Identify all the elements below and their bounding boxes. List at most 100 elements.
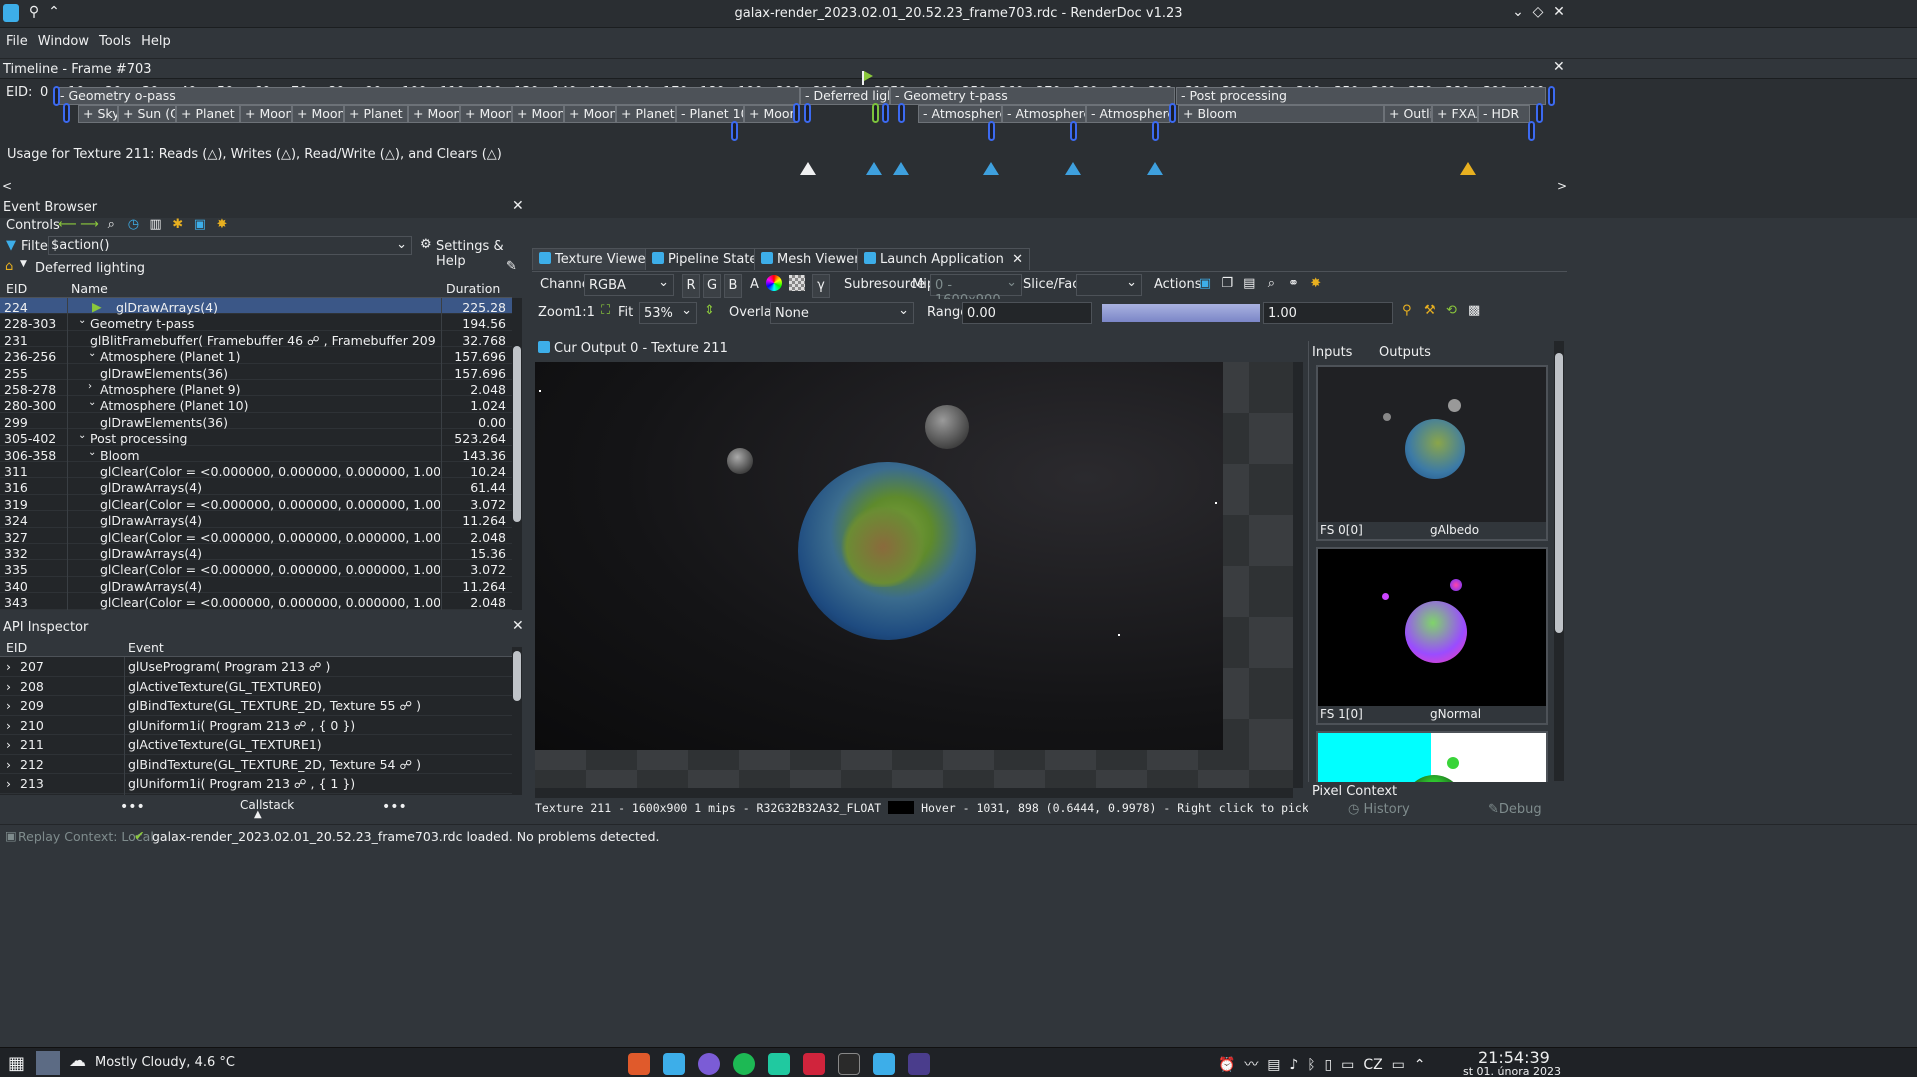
goto-location-icon[interactable]: ⌕ (1262, 275, 1280, 293)
usage-write-icon[interactable] (1147, 162, 1163, 175)
battery-icon[interactable]: ▯ (1325, 1057, 1333, 1073)
api-row[interactable]: › 213 glUniform1i( Program 213 ☍ , { 1 }) (0, 774, 512, 794)
event-row[interactable]: 228-303 ⌄ Geometry t-pass 194.56 (0, 314, 512, 331)
expand-icon[interactable]: ⌄ (78, 430, 86, 441)
timeline-event-marker[interactable] (63, 103, 70, 123)
expand-icon[interactable]: › (6, 737, 11, 752)
filter-input[interactable]: $action() (48, 236, 412, 255)
timeline-marker-planet1[interactable]: + Planet 1 (176, 105, 240, 123)
overlay-select[interactable]: None (770, 302, 914, 324)
breadcrumb-dropdown-icon[interactable]: ▼ (20, 259, 27, 269)
event-row[interactable]: 231 glBlitFramebuffer( Framebuffer 46 ☍ ,… (0, 331, 512, 348)
save-texture-icon[interactable]: ▣ (1196, 275, 1214, 293)
close-window-button[interactable]: ✕ (1549, 4, 1569, 24)
timeline-marker-bloom[interactable]: + Bloom (1178, 105, 1384, 123)
texture-canvas[interactable] (535, 362, 1293, 788)
col-name[interactable]: Name (71, 281, 108, 296)
copy-icon[interactable]: ❐ (1218, 275, 1236, 293)
event-row[interactable]: 316 glDrawArrays(4) 61.44 (0, 478, 512, 495)
api-row[interactable]: › 211 glActiveTexture(GL_TEXTURE1) (0, 735, 512, 755)
export-icon[interactable]: ▣ (191, 216, 209, 234)
api-scrollbar[interactable] (512, 647, 522, 795)
timeline-event-marker[interactable] (1528, 121, 1535, 141)
gear-icon[interactable]: ⚙ (420, 237, 432, 252)
timeline-marker-moon6[interactable]: + Moon 6 (460, 105, 512, 123)
prev-action-icon[interactable]: ⟵ (58, 216, 77, 234)
expand-icon[interactable]: ⌄ (88, 447, 96, 458)
timeline-marker-moon8[interactable]: + Moon 8 (564, 105, 616, 123)
desktop-pager-icon[interactable] (36, 1051, 60, 1075)
menu-help[interactable]: Help (135, 28, 175, 49)
event-row[interactable]: 299 glDrawElements(36) 0.00 (0, 413, 512, 430)
event-row[interactable]: 311 glClear(Color = <0.000000, 0.000000, … (0, 462, 512, 479)
start-menu-icon[interactable]: ▦ (8, 1053, 25, 1074)
timeline-event-marker[interactable] (1152, 121, 1159, 141)
timeline-marker-geometry-opass[interactable]: - Geometry o-pass (55, 87, 800, 105)
debug-button[interactable]: ✎Debug (1488, 802, 1542, 817)
volume-icon[interactable]: ♪ (1289, 1057, 1298, 1073)
clion-icon[interactable] (768, 1053, 790, 1075)
bookmarks-icon[interactable]: ▥ (147, 216, 165, 234)
expand-icon[interactable]: › (6, 757, 11, 772)
menu-window[interactable]: Window (32, 28, 93, 49)
event-row[interactable]: 335 glClear(Color = <0.000000, 0.000000, … (0, 560, 512, 577)
usage-write-icon[interactable] (983, 162, 999, 175)
timeline-event-marker[interactable] (804, 103, 811, 123)
usage-write-icon[interactable] (866, 162, 882, 175)
timeline-marker-geometry-tpass[interactable]: - Geometry t-pass (890, 87, 1175, 105)
zoom-1to1-button[interactable]: 1:1 (574, 305, 595, 320)
clipboard-icon[interactable]: ▤ (1267, 1057, 1280, 1073)
timeline-marker-moon5[interactable]: + Moon 5 (408, 105, 460, 123)
timeline-marker-planet9[interactable]: + Planet 9 (616, 105, 676, 123)
api-col-eid[interactable]: EID (6, 640, 27, 655)
event-row[interactable]: 258-278 › Atmosphere (Planet 9) 2.048 (0, 380, 512, 397)
usage-clear-icon[interactable] (800, 162, 816, 175)
next-action-icon[interactable]: ⟶ (80, 216, 99, 234)
api-row[interactable]: › 209 glBindTexture(GL_TEXTURE_2D, Texture… (0, 696, 512, 716)
timeline-marker-outline[interactable]: + Outline (1384, 105, 1432, 123)
api-row[interactable]: › 207 glUseProgram( Program 213 ☍ ) (0, 657, 512, 677)
clock-date[interactable]: st 01. února 2023 (1463, 1065, 1561, 1077)
red-channel-toggle[interactable]: R (682, 274, 700, 298)
expand-icon[interactable]: ⌄ (88, 397, 96, 408)
usage-write-icon[interactable] (1065, 162, 1081, 175)
timeline-close-icon[interactable]: ✕ (1553, 59, 1565, 75)
maximize-button[interactable]: ◇ (1528, 4, 1548, 24)
timeline-event-marker[interactable] (1548, 86, 1555, 106)
expand-icon[interactable]: › (6, 776, 11, 791)
callstack-expand-icon[interactable]: ▲ (254, 809, 262, 820)
api-inspector-close-icon[interactable]: ✕ (512, 618, 524, 634)
settings-icon[interactable]: ✸ (213, 216, 231, 234)
blue-channel-toggle[interactable]: B (724, 274, 742, 298)
expand-icon[interactable]: › (6, 659, 11, 674)
storage-icon[interactable]: ▭ (1341, 1057, 1354, 1073)
link-icon[interactable]: ⚭ (1285, 275, 1303, 293)
api-row[interactable]: › 212 glBindTexture(GL_TEXTURE_2D, Texture… (0, 755, 512, 774)
timeline-marker-moon2[interactable]: + Moon 2 (240, 105, 292, 123)
timeline-marker-sun[interactable]: + Sun (Q... (118, 105, 176, 123)
rider-icon[interactable] (803, 1053, 825, 1075)
scroll-left-icon[interactable]: < (2, 179, 12, 193)
files-icon[interactable] (663, 1053, 685, 1075)
messenger-icon[interactable] (698, 1053, 720, 1075)
expand-icon[interactable]: › (88, 381, 92, 392)
timeline-event-marker[interactable] (988, 121, 995, 141)
canvas-hscroll[interactable] (535, 788, 1293, 798)
color-picker-icon[interactable] (766, 275, 782, 291)
callstack-label[interactable]: Callstack (240, 798, 294, 812)
event-browser-close-icon[interactable]: ✕ (512, 198, 524, 214)
timeline-event-marker[interactable] (1169, 103, 1176, 123)
event-row[interactable]: 255 glDrawElements(36) 157.696 (0, 364, 512, 381)
event-row[interactable]: 319 glClear(Color = <0.000000, 0.000000, … (0, 495, 512, 512)
menu-file[interactable]: File (0, 28, 32, 49)
notifications-icon[interactable]: ⏰ (1218, 1057, 1235, 1073)
close-icon[interactable]: ✕ (1012, 252, 1023, 267)
thumbnail-albedo[interactable]: FS 0[0] gAlbedo (1316, 365, 1548, 541)
channels-select[interactable]: RGBA (584, 274, 674, 296)
expand-icon[interactable]: › (6, 718, 11, 733)
history-button[interactable]: ◷ History (1348, 802, 1410, 817)
fit-icon[interactable]: ⛶ (601, 303, 610, 318)
app-taskbar-icon[interactable] (908, 1053, 930, 1075)
timeline-event-marker[interactable] (731, 121, 738, 141)
tab-outputs[interactable]: Outputs (1379, 345, 1431, 360)
